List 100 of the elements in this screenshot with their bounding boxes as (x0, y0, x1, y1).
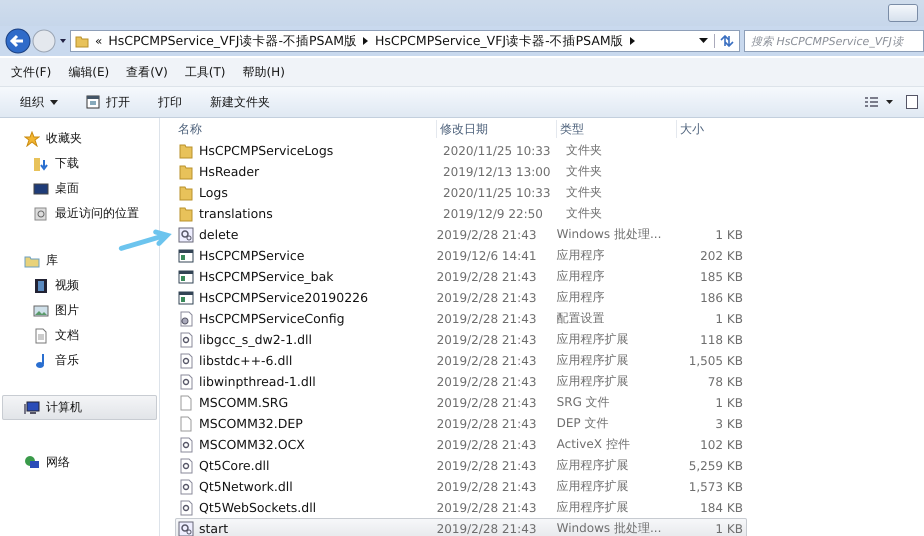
file-row[interactable]: libgcc_s_dw2-1.dll 2019/2/28 21:43 应用程序扩展 118 KB (175, 329, 747, 350)
back-forward-buttons-icon[interactable] (4, 27, 66, 55)
sidebar-item[interactable]: 计算机 (2, 395, 157, 420)
file-size: 5,259 KB (688, 458, 744, 472)
file-row[interactable]: HsCPCMPService_bak 2019/2/28 21:43 应用程序 185 KB (175, 266, 747, 287)
refresh-icon[interactable] (714, 34, 735, 48)
file-type: Windows 批处理... (556, 226, 662, 243)
file-row[interactable]: HsCPCMPServiceLogs 2020/11/25 10:33 文件夹 (175, 140, 747, 161)
modified-date: 2019/2/28 21:43 (436, 374, 538, 388)
file-row[interactable]: HsReader 2019/12/13 13:00 文件夹 (175, 161, 747, 182)
file-type: 应用程序 (556, 268, 606, 285)
batch-icon (178, 226, 194, 242)
file-type: 应用程序扩展 (556, 478, 630, 495)
column-header[interactable]: 名称 (175, 120, 437, 138)
breadcrumb[interactable]: HsCPCMPService_VFJ读卡器-不插PSAM版 (375, 32, 624, 50)
modified-date: 2019/2/28 21:43 (436, 228, 538, 242)
sidebar-item[interactable]: 图片 (2, 298, 157, 323)
restore-button[interactable] (888, 4, 918, 22)
menu-item[interactable]: 帮助(H) (242, 64, 285, 80)
file-row[interactable]: Qt5Core.dll 2019/2/28 21:43 应用程序扩展 5,259 KB (175, 455, 747, 476)
recent-icon (33, 206, 49, 222)
menu-item[interactable]: 工具(T) (184, 64, 226, 80)
toolbar-button[interactable]: 新建文件夹 (202, 90, 278, 114)
folder-icon (75, 34, 89, 48)
menu-item[interactable]: 编辑(E) (68, 64, 110, 80)
file-row[interactable]: start 2019/2/28 21:43 Windows 批处理... 1 KB (175, 518, 747, 536)
file-size: 1 KB (714, 312, 744, 326)
file-name: HsCPCMPService20190226 (199, 290, 368, 305)
file-row[interactable]: MSCOMM32.DEP 2019/2/28 21:43 DEP 文件 3 KB (175, 413, 747, 434)
file-row[interactable]: HsCPCMPService20190226 2019/2/28 21:43 应用程序 186 KB (175, 287, 747, 308)
file-size: 3 KB (714, 416, 744, 430)
sidebar-item[interactable]: 视频 (2, 273, 157, 298)
file-row[interactable]: libwinpthread-1.dll 2019/2/28 21:43 应用程序扩展 78 KB (175, 371, 747, 392)
file-name: start (199, 521, 228, 536)
modified-date: 2019/2/28 21:43 (436, 416, 538, 430)
file-name: delete (199, 227, 238, 242)
modified-date: 2019/2/28 21:43 (436, 522, 538, 536)
file-row[interactable]: Qt5Network.dll 2019/2/28 21:43 应用程序扩展 1,573 KB (175, 476, 747, 497)
modified-date: 2019/2/28 21:43 (436, 312, 538, 326)
document-icon (33, 328, 49, 344)
download-icon (33, 156, 49, 172)
file-type: 文件夹 (565, 205, 603, 222)
address-bar[interactable]: « HsCPCMPService_VFJ读卡器-不插PSAM版 HsCPCMPService_VFJ读卡器-不插PSAM版 (70, 30, 740, 52)
chevron-right-icon[interactable] (630, 37, 636, 45)
overflow-chevron[interactable]: « (95, 34, 102, 48)
file-type: 应用程序扩展 (556, 331, 630, 348)
file-row[interactable]: delete 2019/2/28 21:43 Windows 批处理... 1 KB (175, 224, 747, 245)
folder-icon (178, 164, 194, 180)
modified-date: 2019/2/28 21:43 (436, 270, 538, 284)
file-type: 应用程序 (556, 289, 606, 306)
file-row[interactable]: MSCOMM32.OCX 2019/2/28 21:43 ActiveX 控件 102 KB (175, 434, 747, 455)
modified-date: 2019/12/13 13:00 (442, 164, 552, 178)
sidebar-item[interactable]: 库 (2, 248, 157, 273)
sidebar-item[interactable]: 最近访问的位置 (2, 201, 157, 226)
file-row[interactable]: HsCPCMPService 2019/12/6 14:41 应用程序 202 KB (175, 245, 747, 266)
file-type: 应用程序扩展 (556, 373, 630, 390)
caret-icon (50, 100, 58, 104)
picture-icon (33, 302, 49, 318)
file-type: 文件夹 (565, 142, 603, 159)
modified-date: 2020/11/25 10:33 (442, 186, 552, 200)
toolbar-button[interactable]: 打印 (150, 90, 190, 114)
file-row[interactable]: libstdc++-6.dll 2019/2/28 21:43 应用程序扩展 1,505 KB (175, 350, 747, 371)
file-size: 184 KB (699, 500, 744, 514)
file-size: 202 KB (699, 248, 744, 262)
sidebar-item[interactable]: 网络 (2, 450, 157, 475)
file-type: DEP 文件 (556, 415, 610, 432)
folder-icon (178, 184, 194, 200)
preview-pane-button[interactable] (906, 95, 918, 109)
file-size: 1 KB (714, 522, 744, 536)
breadcrumb[interactable]: HsCPCMPService_VFJ读卡器-不插PSAM版 (108, 32, 357, 50)
column-header[interactable]: 修改日期 (437, 120, 557, 138)
dropdown-caret-icon[interactable] (699, 38, 708, 44)
toolbar-button[interactable]: 打开 (78, 90, 138, 114)
config-icon (178, 310, 194, 326)
sidebar-item[interactable]: 桌面 (2, 176, 157, 201)
view-options-icon[interactable] (864, 96, 894, 108)
file-row[interactable]: MSCOMM.SRG 2019/2/28 21:43 SRG 文件 1 KB (175, 392, 747, 413)
folder-icon (178, 206, 194, 222)
sidebar-item[interactable]: 下载 (2, 151, 157, 176)
dll-icon (178, 458, 194, 474)
column-header[interactable]: 类型 (557, 120, 677, 138)
toolbar-button[interactable]: 组织 (12, 90, 66, 114)
menu-item[interactable]: 查看(V) (126, 64, 168, 80)
dll-icon (178, 436, 194, 452)
file-row[interactable]: Qt5WebSockets.dll 2019/2/28 21:43 应用程序扩展 184 KB (175, 497, 747, 518)
file-row[interactable]: translations 2019/12/9 22:50 文件夹 (175, 203, 747, 224)
file-name: MSCOMM.SRG (199, 395, 288, 410)
sidebar-item[interactable]: 文档 (2, 323, 157, 348)
file-row[interactable]: Logs 2020/11/25 10:33 文件夹 (175, 182, 747, 203)
sidebar-item[interactable]: 音乐 (2, 348, 157, 373)
search-field[interactable]: 搜索 HsCPCMPService_VFJ读 (744, 30, 924, 52)
window-icon (86, 95, 100, 109)
column-header[interactable]: 大小 (677, 120, 745, 138)
file-type: 文件夹 (565, 184, 603, 201)
menu-item[interactable]: 文件(F) (11, 64, 52, 80)
file-row[interactable]: HsCPCMPServiceConfig 2019/2/28 21:43 配置设置 1 KB (175, 308, 747, 329)
chevron-right-icon[interactable] (363, 37, 369, 45)
sidebar-item[interactable]: 收藏夹 (2, 126, 157, 151)
file-type: Windows 批处理... (556, 520, 662, 536)
folder-icon (178, 142, 194, 158)
